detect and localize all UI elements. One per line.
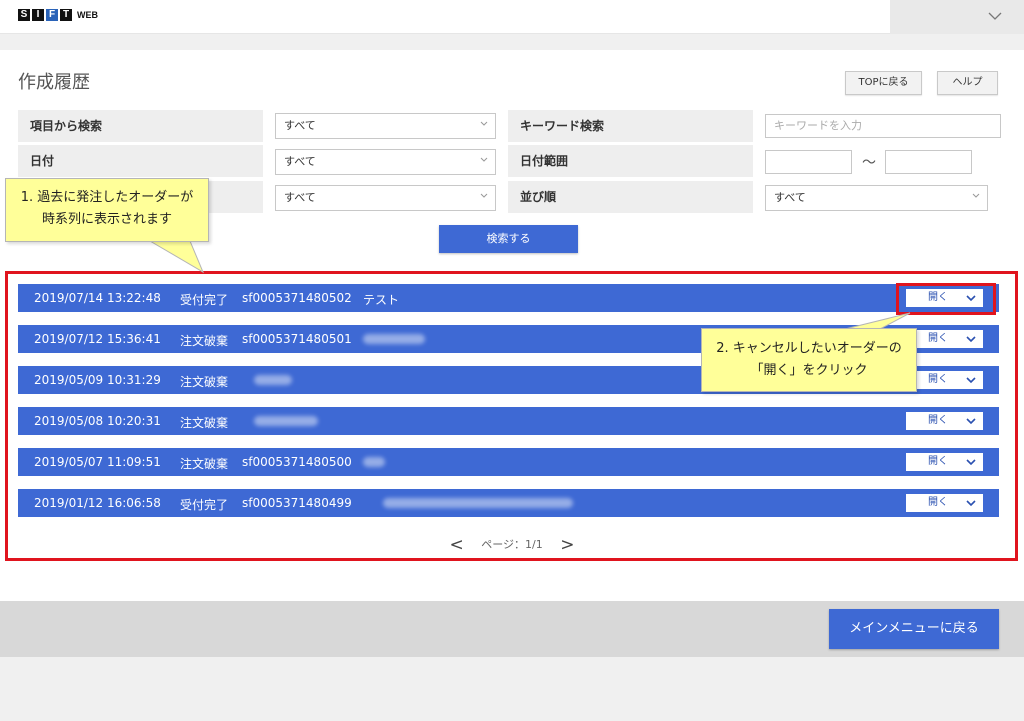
- order-date: 2019/07/14 13:22:48: [34, 291, 161, 305]
- callout-line: 時系列に表示されます: [41, 212, 172, 227]
- page-indicator: ページ：1/1: [481, 538, 543, 551]
- sift-web-logo[interactable]: S I F T WEB: [18, 9, 98, 21]
- date-label: 日付: [18, 145, 263, 177]
- prev-page-button[interactable]: <: [450, 535, 464, 555]
- pagination: < ページ：1/1 >: [0, 535, 1024, 555]
- page-title: 作成履歴: [18, 72, 90, 93]
- date-select[interactable]: すべて: [275, 149, 496, 175]
- order-date: 2019/05/08 10:20:31: [34, 414, 161, 428]
- help-button[interactable]: ヘルプ: [937, 71, 998, 95]
- sort-order-label: 並び順: [508, 181, 753, 213]
- order-date: 2019/07/12 15:36:41: [34, 332, 161, 346]
- chevron-down-icon: [972, 193, 980, 198]
- logo-letter: S: [18, 9, 30, 21]
- blurred-memo: [363, 457, 385, 467]
- open-button[interactable]: 開く: [906, 494, 983, 512]
- top-bar: S I F T WEB: [0, 0, 1024, 34]
- order-date: 2019/01/12 16:06:58: [34, 496, 161, 510]
- chevron-down-icon: [966, 500, 976, 507]
- main-menu-button[interactable]: メインメニューに戻る: [829, 609, 999, 649]
- logo-suffix: WEB: [77, 10, 98, 20]
- keyword-search-input[interactable]: キーワードを入力: [765, 114, 1001, 138]
- chevron-down-icon: [480, 193, 488, 198]
- order-row[interactable]: 2019/01/12 16:06:58 受付完了 sf0005371480499…: [18, 489, 999, 517]
- chevron-down-icon: [988, 12, 1002, 20]
- chevron-down-icon: [966, 336, 976, 343]
- order-number: sf0005371480500: [242, 455, 352, 469]
- chevron-down-icon: [966, 418, 976, 425]
- open-button-label: 開く: [928, 497, 948, 508]
- callout-line: 「開く」をクリック: [750, 363, 868, 378]
- status-select[interactable]: すべて: [275, 185, 496, 211]
- order-number: sf0005371480501: [242, 332, 352, 346]
- open-button[interactable]: 開く: [906, 412, 983, 430]
- chevron-down-icon: [480, 157, 488, 162]
- chevron-down-icon: [966, 377, 976, 384]
- order-number: sf0005371480499: [242, 496, 352, 510]
- order-date: 2019/05/07 11:09:51: [34, 455, 161, 469]
- order-memo: テスト: [363, 293, 400, 307]
- date-range-separator: ～: [862, 155, 876, 171]
- chevron-down-icon: [480, 121, 488, 126]
- blurred-memo: [363, 334, 425, 344]
- order-date: 2019/05/09 10:31:29: [34, 373, 161, 387]
- logo-letter: I: [32, 9, 44, 21]
- logo-letter: F: [46, 9, 58, 21]
- order-status: 注文破棄: [180, 457, 229, 471]
- callout-line: 1. 過去に発注したオーダーが: [20, 190, 194, 205]
- order-status: 受付完了: [180, 498, 229, 512]
- callout-line: 2. キャンセルしたいオーダーの: [716, 341, 902, 356]
- callout-history-note: 1. 過去に発注したオーダーが 時系列に表示されます: [5, 178, 209, 242]
- date-range-label: 日付範囲: [508, 145, 753, 177]
- order-status: 注文破棄: [180, 375, 229, 389]
- header-spacer: [0, 34, 1024, 50]
- blurred-memo: [254, 375, 292, 385]
- item-search-label: 項目から検索: [18, 110, 263, 142]
- open-button-label: 開く: [928, 415, 948, 426]
- callout-open-note: 2. キャンセルしたいオーダーの 「開く」をクリック: [701, 328, 917, 392]
- status-value: すべて: [284, 191, 316, 204]
- blurred-memo: [383, 498, 573, 508]
- sort-order-value: すべて: [774, 191, 806, 204]
- date-value: すべて: [284, 155, 316, 168]
- item-search-value: すべて: [284, 119, 316, 132]
- open-button-label: 開く: [928, 374, 948, 385]
- search-button[interactable]: 検索する: [439, 225, 578, 253]
- top-button[interactable]: TOPに戻る: [845, 71, 922, 95]
- bottom-area: [0, 657, 1024, 721]
- open-button-label: 開く: [928, 333, 948, 344]
- order-row[interactable]: 2019/05/07 11:09:51 注文破棄 sf0005371480500…: [18, 448, 999, 476]
- item-search-select[interactable]: すべて: [275, 113, 496, 139]
- logo-letter: T: [60, 9, 72, 21]
- order-status: 注文破棄: [180, 416, 229, 430]
- next-page-button[interactable]: >: [560, 535, 574, 555]
- open-button-highlight-frame: [896, 283, 996, 315]
- sort-order-select[interactable]: すべて: [765, 185, 988, 211]
- open-button[interactable]: 開く: [906, 371, 983, 389]
- order-status: 注文破棄: [180, 334, 229, 348]
- open-button[interactable]: 開く: [906, 453, 983, 471]
- blurred-memo: [254, 416, 318, 426]
- menu-toggle-button[interactable]: [890, 0, 1024, 34]
- keyword-search-label: キーワード検索: [508, 110, 753, 142]
- open-button-label: 開く: [928, 456, 948, 467]
- order-number: sf0005371480502: [242, 291, 352, 305]
- order-row[interactable]: 2019/05/08 10:20:31 注文破棄 開く: [18, 407, 999, 435]
- order-status: 受付完了: [180, 293, 229, 307]
- order-row[interactable]: 2019/07/14 13:22:48 受付完了 sf0005371480502…: [18, 284, 999, 312]
- open-button[interactable]: 開く: [906, 330, 983, 348]
- date-range-start-input[interactable]: [765, 150, 852, 174]
- date-range-end-input[interactable]: [885, 150, 972, 174]
- chevron-down-icon: [966, 459, 976, 466]
